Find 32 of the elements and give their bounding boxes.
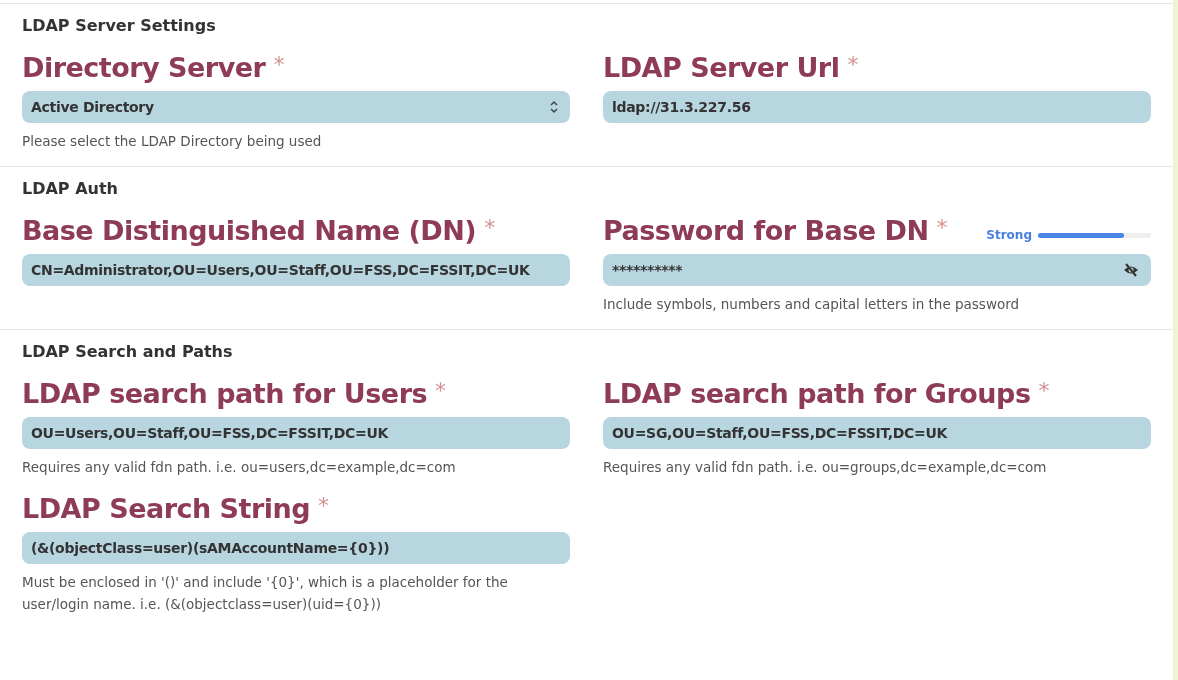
field-label: LDAP Server Url	[603, 52, 840, 83]
help-text: Must be enclosed in '()' and include '{0}', which is a placeholder for the user/login name. i.e. (&(objectclass=user)(uid={0}))	[22, 573, 509, 614]
help-text: Requires any valid fdn path. i.e. ou=users,dc=example,dc=com	[22, 458, 457, 477]
field-label: Password for Base DN	[603, 215, 929, 246]
section-title: LDAP Server Settings	[22, 16, 217, 35]
required-asterisk: *	[484, 215, 496, 240]
required-asterisk: *	[847, 52, 859, 77]
input-field[interactable]: OU=SG,OU=Staff,OU=FSS,DC=FSSIT,DC=UK	[603, 417, 1151, 449]
select-field[interactable]: Active Directory	[22, 91, 570, 123]
eye-slash-icon[interactable]	[1123, 263, 1139, 277]
required-asterisk: *	[936, 215, 948, 240]
required-asterisk: *	[435, 378, 447, 403]
field-label: LDAP Search String	[22, 493, 311, 524]
password-field[interactable]: **********	[603, 254, 1151, 286]
section-title: LDAP Auth	[22, 179, 119, 198]
field-label: LDAP search path for Users	[22, 378, 428, 409]
field-label: Base Distinguished Name (DN)	[22, 215, 477, 246]
input-field[interactable]: OU=Users,OU=Staff,OU=FSS,DC=FSSIT,DC=UK	[22, 417, 570, 449]
help-text: Requires any valid fdn path. i.e. ou=groups,dc=example,dc=com	[603, 458, 1048, 477]
input-field[interactable]: (&(objectClass=user)(sAMAccountName={0}))	[22, 532, 570, 564]
field-label: Directory Server	[22, 52, 266, 83]
chevron-updown-icon	[550, 100, 558, 114]
required-asterisk: *	[1038, 378, 1050, 403]
help-text: Include symbols, numbers and capital letters in the password	[603, 295, 1021, 314]
section-title: LDAP Search and Paths	[22, 342, 234, 361]
field-label: LDAP search path for Groups	[603, 378, 1031, 409]
input-field[interactable]: ldap://31.3.227.56	[603, 91, 1151, 123]
help-text: Please select the LDAP Directory being used	[22, 132, 323, 151]
required-asterisk: *	[273, 52, 285, 77]
strength-label: Strong	[986, 228, 1032, 242]
input-field[interactable]: CN=Administrator,OU=Users,OU=Staff,OU=FSS,DC=FSSIT,DC=UK	[22, 254, 570, 286]
required-asterisk: *	[318, 493, 330, 518]
